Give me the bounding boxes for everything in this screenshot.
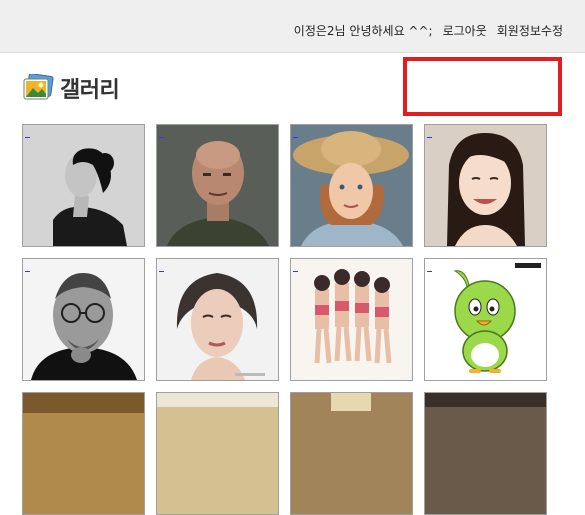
group-dancers-image — [291, 259, 412, 380]
girl-straw-hat-image — [291, 125, 412, 246]
logout-link[interactable]: 로그아웃 — [443, 22, 487, 39]
gallery-thumb-6[interactable] — [156, 258, 279, 381]
edit-profile-link[interactable]: 회원정보수정 — [497, 22, 563, 39]
gallery-thumb-8[interactable] — [424, 258, 547, 381]
gallery-thumb-9[interactable] — [22, 392, 145, 515]
bald-man-image — [157, 125, 278, 246]
highlight-box — [403, 57, 562, 116]
partial-image-1 — [23, 393, 144, 514]
gallery-thumb-7[interactable] — [290, 258, 413, 381]
page-title-text: 갤러리 — [60, 78, 120, 103]
bw-man-glasses-image — [23, 259, 144, 380]
gallery-icon — [23, 74, 54, 100]
gallery-thumb-11[interactable] — [290, 392, 413, 515]
woman-portrait-image — [157, 259, 278, 380]
bw-portrait-woman-image — [23, 125, 144, 246]
gallery-thumb-3[interactable] — [290, 124, 413, 247]
gallery-thumb-5[interactable] — [22, 258, 145, 381]
gallery-thumb-10[interactable] — [156, 392, 279, 515]
gallery-thumb-2[interactable] — [156, 124, 279, 247]
smiling-woman-image — [425, 125, 546, 246]
gallery-thumb-12[interactable] — [424, 392, 547, 515]
greeting-text: 이정은2님 안녕하세요 ^^; — [293, 24, 433, 38]
page-title: 갤러리 — [22, 72, 120, 104]
top-bar: 이정은2님 안녕하세요 ^^; 로그아웃 회원정보수정 — [0, 0, 585, 53]
gallery-thumb-4[interactable] — [424, 124, 547, 247]
partial-image-2 — [157, 393, 278, 514]
green-cartoon-bird-image — [425, 259, 546, 380]
partial-image-3 — [291, 393, 412, 514]
partial-image-4 — [425, 393, 546, 514]
gallery-thumb-1[interactable] — [22, 124, 145, 247]
user-nav: 이정은2님 안녕하세요 ^^; 로그아웃 회원정보수정 — [294, 22, 563, 39]
